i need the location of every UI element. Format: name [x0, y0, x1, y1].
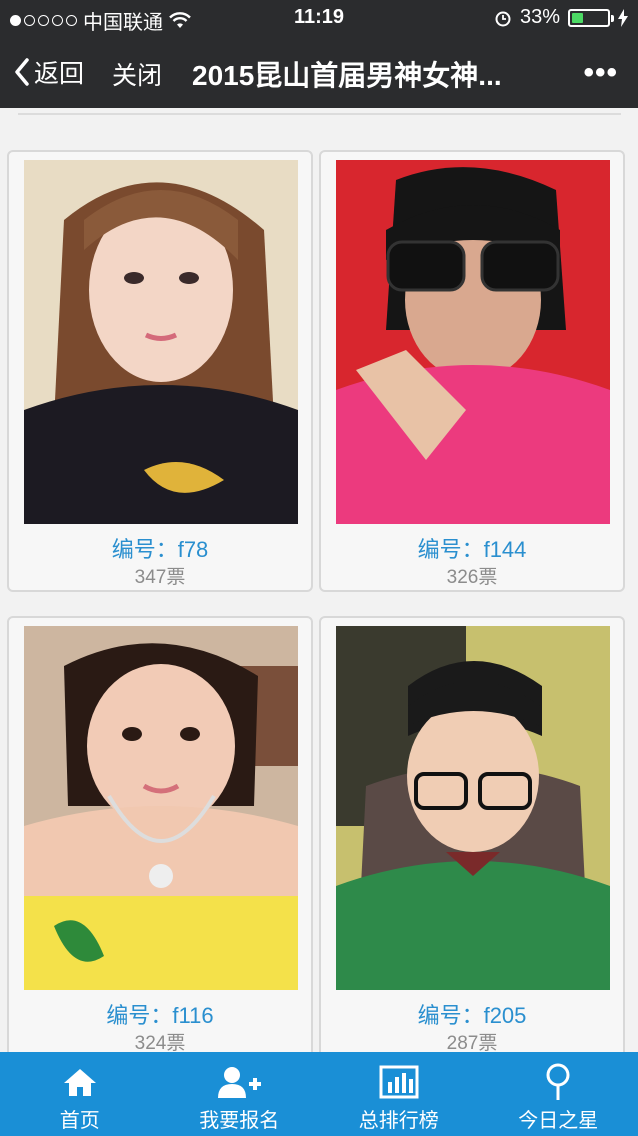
location-pin-icon: [546, 1063, 570, 1100]
contestant-card[interactable]: 编号：f116 324票: [7, 616, 313, 1058]
contestant-photo: [336, 160, 610, 524]
contestant-card[interactable]: 编号：f205 287票: [319, 616, 625, 1058]
tab-bar: 首页 我要报名 总排行榜 今日之星: [0, 1052, 638, 1136]
close-button[interactable]: 关闭: [112, 56, 162, 92]
contestant-card[interactable]: 编号：f144 326票: [319, 150, 625, 592]
nav-bar: 返回 关闭 2015昆山首届男神女神... •••: [0, 36, 638, 108]
alarm-icon: [495, 11, 511, 26]
bar-chart-icon: [379, 1065, 419, 1099]
more-button[interactable]: •••: [583, 56, 618, 90]
contestant-photo: [24, 626, 298, 990]
contestant-photo: [336, 626, 610, 990]
battery-percent: 33%: [519, 6, 560, 28]
status-bar: 中国联通 11:19 33%: [0, 0, 638, 36]
contestant-code: 编号：f205: [417, 1003, 527, 1028]
back-label: 返回: [34, 60, 85, 88]
contestant-code: 编号：f116: [106, 1003, 214, 1028]
back-button[interactable]: 返回: [14, 54, 84, 90]
contestant-code: 编号：f144: [417, 537, 527, 562]
chevron-left-icon: [15, 58, 29, 86]
battery-area: 33%: [494, 6, 628, 29]
tab-star[interactable]: 今日之星: [479, 1052, 638, 1136]
tab-register-label: 我要报名: [199, 1110, 280, 1132]
tab-ranking-label: 总排行榜: [358, 1110, 439, 1132]
vote-count: 326票: [446, 567, 498, 588]
contestant-photo: [24, 160, 298, 524]
vote-count: 347票: [134, 567, 186, 588]
contestant-code: 编号：f78: [111, 537, 209, 562]
page-title: 2015昆山首届男神女神...: [192, 60, 502, 91]
battery-icon: [568, 8, 614, 27]
vote-count: 287票: [446, 1033, 498, 1054]
charging-icon: [618, 8, 628, 27]
contestant-card[interactable]: 编号：f78 347票: [7, 150, 313, 592]
tab-home[interactable]: 首页: [0, 1052, 160, 1136]
tab-ranking[interactable]: 总排行榜: [319, 1052, 479, 1136]
home-icon: [63, 1069, 96, 1096]
tab-home-label: 首页: [59, 1110, 100, 1132]
vote-count: 324票: [134, 1033, 186, 1054]
tab-register[interactable]: 我要报名: [160, 1052, 320, 1136]
tab-star-label: 今日之星: [518, 1110, 599, 1132]
add-user-icon: [218, 1067, 262, 1098]
divider: [18, 113, 621, 115]
